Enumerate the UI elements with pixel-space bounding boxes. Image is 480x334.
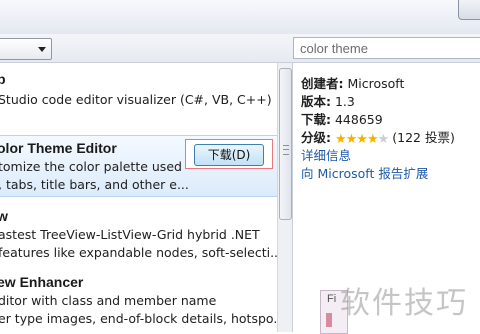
version-label: 版本: <box>301 94 331 109</box>
search-input[interactable] <box>293 37 480 59</box>
list-item[interactable]: p Studio code editor visualizer (C#, VB,… <box>0 63 277 131</box>
title-bar <box>0 0 480 34</box>
extension-list: p Studio code editor visualizer (C#, VB,… <box>0 63 277 332</box>
extension-title: olor Theme Editor <box>0 140 117 156</box>
preview-label: Fi <box>327 293 337 305</box>
more-info-link[interactable]: 详细信息 <box>301 147 480 165</box>
watermark: 软件技巧 <box>340 286 468 321</box>
creator-value: Microsoft <box>347 76 405 91</box>
list-item[interactable]: ew Enhancer ditor with class and member … <box>0 269 277 332</box>
extension-description: Studio code editor visualizer (C#, VB, C… <box>0 92 272 107</box>
details-panel: 创建者: Microsoft 版本: 1.3 下载: 448659 分级: ★★… <box>301 75 480 183</box>
list-item[interactable]: w astest TreeView-ListView-Grid hybrid .… <box>0 202 277 268</box>
extension-title: p <box>0 71 6 87</box>
grip-icon <box>283 145 289 155</box>
star-full-icon: ★ <box>366 132 379 147</box>
window-control-button[interactable] <box>458 0 480 20</box>
downloads-value: 448659 <box>334 112 383 127</box>
sort-dropdown[interactable] <box>0 38 52 60</box>
list-scrollbar[interactable] <box>277 63 293 332</box>
downloads-row: 下载: 448659 <box>301 111 480 129</box>
extension-description-line1: tomize the color palette used <box>0 159 182 174</box>
report-extension-link[interactable]: 向 Microsoft 报告扩展 <box>301 165 480 183</box>
rating-votes: (122 投票) <box>392 130 455 145</box>
version-row: 版本: 1.3 <box>301 93 480 111</box>
extension-description-line2: , tabs, title bars, and other e... <box>0 177 189 192</box>
creator-label: 创建者: <box>301 76 344 91</box>
creator-row: 创建者: Microsoft <box>301 75 480 93</box>
rating-row: 分级: ★★★★★ (122 投票) <box>301 129 480 147</box>
star-full-icon: ★ <box>356 132 368 147</box>
download-highlight: 下载(D) <box>185 139 273 169</box>
star-full-icon: ★ <box>334 132 347 147</box>
extension-title: ew Enhancer <box>0 274 84 290</box>
version-value: 1.3 <box>334 94 355 109</box>
chevron-down-icon <box>38 47 46 52</box>
extension-title: w <box>0 208 8 224</box>
preview-bar <box>326 313 332 327</box>
list-item-selected[interactable]: olor Theme Editor tomize the color palet… <box>0 135 277 197</box>
star-partial-icon: ★ <box>377 132 390 147</box>
extension-description-line2: features like expandable nodes, soft-sel… <box>0 245 277 260</box>
star-full-icon: ★ <box>345 132 358 147</box>
extension-description-line1: astest TreeView-ListView-Grid hybrid .NE… <box>0 227 260 242</box>
extension-description-line2: er type images, end-of-block details, ho… <box>0 311 277 326</box>
scrollbar-thumb[interactable] <box>279 68 292 220</box>
pane-divider <box>292 63 293 332</box>
download-button[interactable]: 下载(D) <box>194 144 264 166</box>
downloads-label: 下载: <box>301 112 331 127</box>
rating-label: 分级: <box>301 130 331 145</box>
extension-description-line1: ditor with class and member name <box>0 293 217 308</box>
